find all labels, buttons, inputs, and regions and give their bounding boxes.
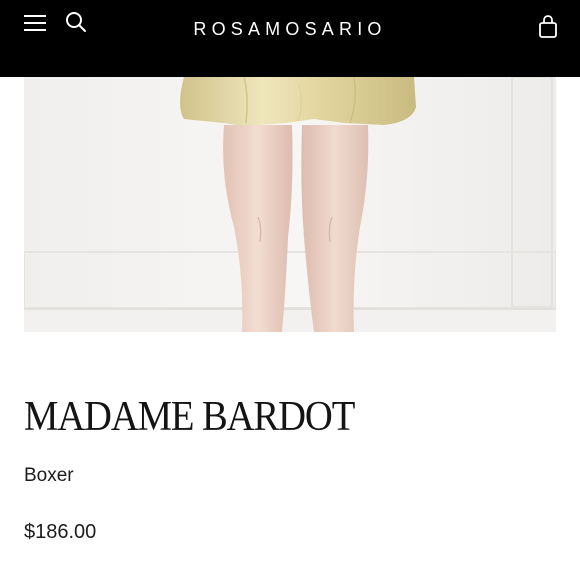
product-price: $186.00: [24, 521, 97, 543]
brand-logo[interactable]: ROSAMOSARIO: [0, 19, 580, 40]
product-image[interactable]: [24, 77, 556, 332]
top-navigation-bar: ROSAMOSARIO: [0, 0, 580, 77]
shopping-bag-icon[interactable]: [538, 15, 558, 39]
product-title: MADAME BARDOT: [24, 394, 355, 440]
product-subtitle: Boxer: [24, 465, 74, 486]
